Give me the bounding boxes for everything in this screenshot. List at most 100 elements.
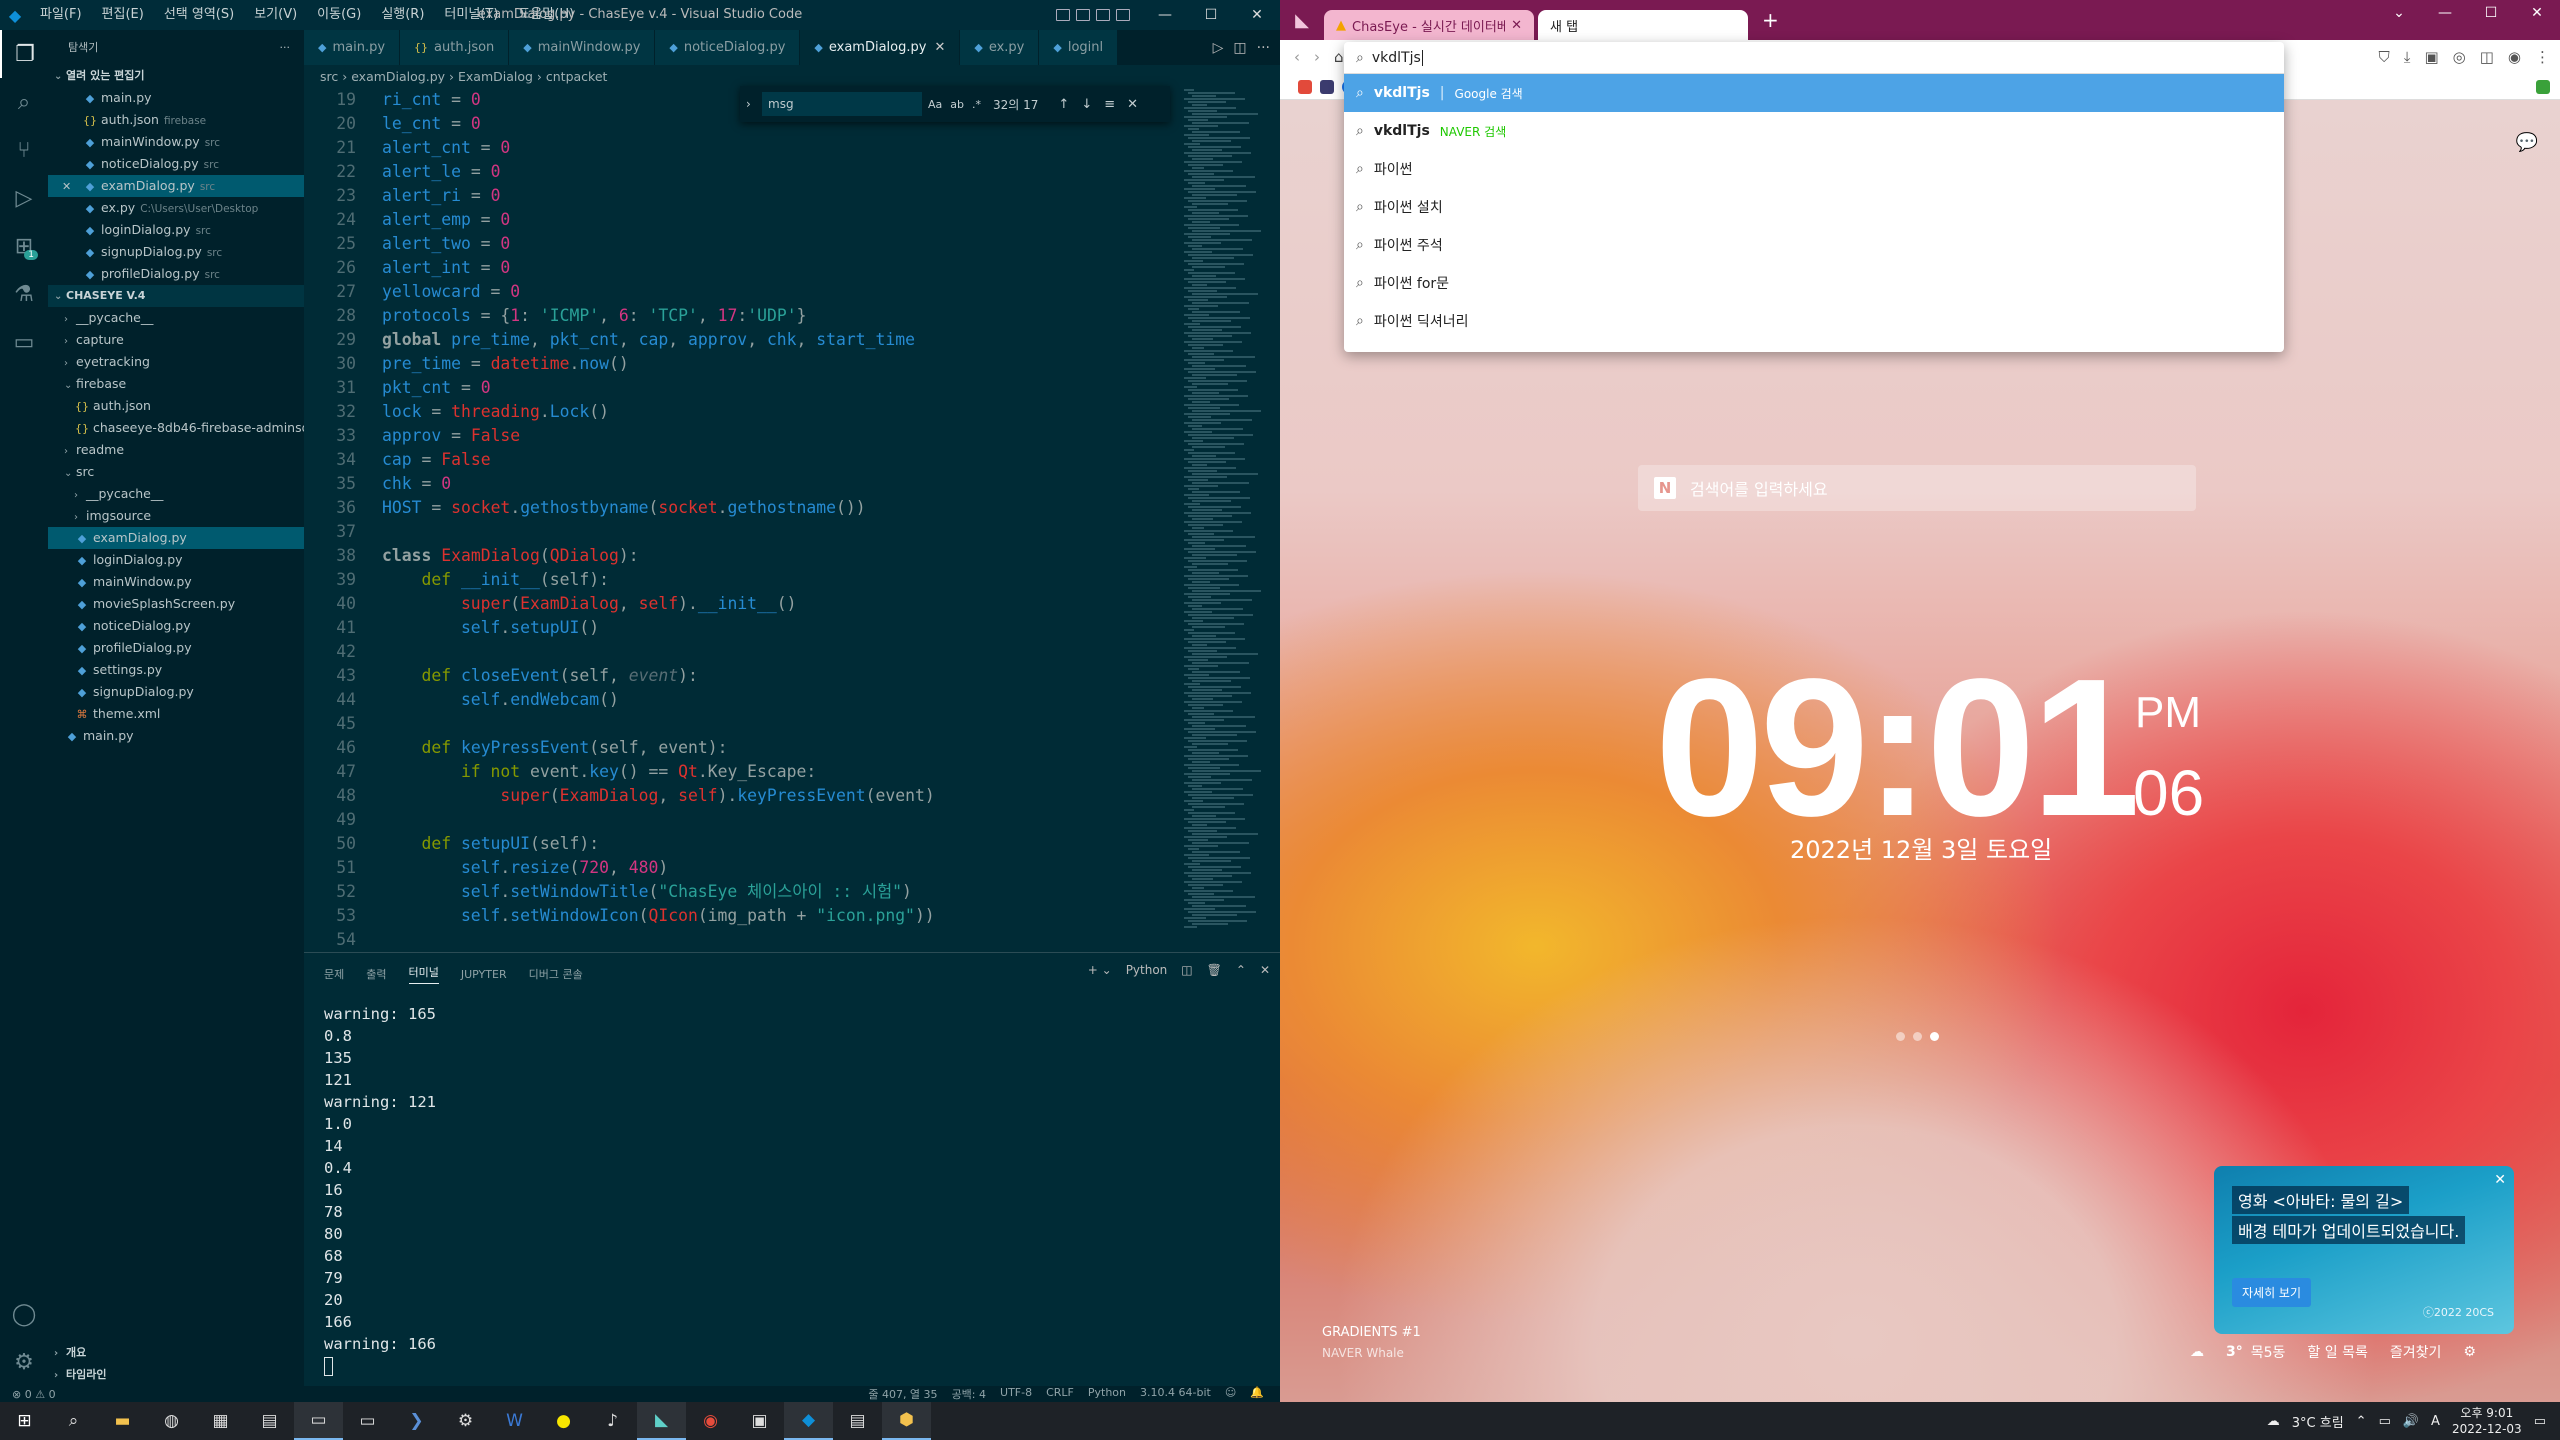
page-dot[interactable] bbox=[1913, 1032, 1922, 1041]
interpreter-status[interactable]: 3.10.4 64-bit bbox=[1140, 1386, 1211, 1402]
tree-folder[interactable]: ⌄ src bbox=[48, 461, 304, 483]
promo-details-button[interactable]: 자세히 보기 bbox=[2232, 1278, 2312, 1307]
editor-tab[interactable]: {} auth.json bbox=[400, 30, 510, 65]
maximize-panel-icon[interactable]: ⌃ bbox=[1236, 963, 1246, 977]
menu-item[interactable]: 실행(R) bbox=[371, 0, 434, 30]
whale-browser-icon[interactable]: ◣ bbox=[637, 1402, 686, 1440]
tree-folder[interactable]: › eyetracking bbox=[48, 351, 304, 373]
tree-folder[interactable]: › imgsource bbox=[48, 505, 304, 527]
panel-tab[interactable]: 문제 bbox=[324, 966, 344, 982]
browser-tab[interactable]: ▲ ChasEye - 실시간 데이터베 ✕ bbox=[1324, 10, 1534, 40]
editor-tab[interactable]: ◆ loginl bbox=[1039, 30, 1119, 65]
breadcrumb-item[interactable]: examDialog.py bbox=[351, 69, 445, 84]
music-icon[interactable]: ♪ bbox=[588, 1402, 637, 1440]
tree-folder[interactable]: › __pycache__ bbox=[48, 483, 304, 505]
tree-file[interactable]: {} chaseeye-8db46-firebase-adminsd... bbox=[48, 417, 304, 439]
panel-tab[interactable]: 디버그 콘솔 bbox=[529, 966, 583, 982]
chat-icon[interactable]: 💬 bbox=[2516, 132, 2538, 153]
more-actions-icon[interactable]: ··· bbox=[280, 30, 291, 65]
minimize-button[interactable]: — bbox=[1142, 0, 1188, 30]
tree-file[interactable]: ◆ profileDialog.py bbox=[48, 637, 304, 659]
open-editors-section[interactable]: ⌄ 열려 있는 편집기 bbox=[48, 65, 304, 87]
open-editor-item[interactable]: ◆ loginDialog.py src bbox=[48, 219, 304, 241]
close-button[interactable]: ✕ bbox=[1234, 0, 1280, 30]
find-in-selection-icon[interactable]: ≡ bbox=[1104, 97, 1115, 112]
menu-item[interactable]: 터미널(T) bbox=[434, 0, 508, 30]
todo-link[interactable]: 할 일 목록 bbox=[2307, 1342, 2367, 1362]
panel-tab[interactable]: 터미널 bbox=[408, 964, 439, 984]
whole-word-icon[interactable]: ab bbox=[950, 98, 964, 111]
suggestion-item[interactable]: ⌕ vkdlTjs NAVER 검색 bbox=[1344, 112, 2284, 150]
browser-menu-icon[interactable]: ⋮ bbox=[2535, 48, 2550, 66]
weather-temp[interactable]: 3° bbox=[2226, 1344, 2243, 1360]
editor-tab[interactable]: ◆ noticeDialog.py bbox=[655, 30, 801, 65]
outline-section[interactable]: › 개요 bbox=[48, 1342, 304, 1364]
address-input-value[interactable]: vkdlTjs bbox=[1372, 50, 1421, 66]
new-tab-button[interactable]: + bbox=[1762, 8, 1779, 32]
close-tab-icon[interactable]: ✕ bbox=[934, 40, 945, 55]
tree-file[interactable]: {} auth.json bbox=[48, 395, 304, 417]
browser-tab-active[interactable]: 새 탭 bbox=[1538, 10, 1748, 40]
naver-search-placeholder[interactable]: 검색어를 입력하세요 bbox=[1690, 476, 1828, 500]
tree-file[interactable]: ◆ examDialog.py bbox=[48, 527, 304, 549]
favorites-link[interactable]: 즐겨찾기 bbox=[2390, 1342, 2442, 1362]
language-status[interactable]: Python bbox=[1088, 1386, 1126, 1402]
terminal-python-label[interactable]: Python bbox=[1126, 963, 1168, 977]
menu-item[interactable]: 이동(G) bbox=[307, 0, 371, 30]
next-match-icon[interactable]: ↓ bbox=[1081, 97, 1092, 112]
bookmark-folder-icon[interactable] bbox=[1298, 79, 1312, 94]
split-terminal-icon[interactable]: ◫ bbox=[1181, 963, 1192, 977]
python-icon[interactable]: ⬢ bbox=[882, 1402, 931, 1440]
bookmark-folder-icon[interactable] bbox=[2536, 80, 2550, 94]
system-clock[interactable]: 오후 9:01 2022-12-03 bbox=[2452, 1405, 2522, 1437]
project-section[interactable]: ⌄ CHASEYE V.4 bbox=[48, 285, 304, 307]
network-icon[interactable]: ▭ bbox=[2379, 1414, 2391, 1429]
tree-folder[interactable]: › capture bbox=[48, 329, 304, 351]
tree-file[interactable]: ◆ noticeDialog.py bbox=[48, 615, 304, 637]
menu-item[interactable]: 보기(V) bbox=[244, 0, 307, 30]
close-find-icon[interactable]: ✕ bbox=[1127, 97, 1138, 112]
tab-list-icon[interactable]: ⌄ bbox=[2376, 0, 2422, 30]
bookmark-icon[interactable] bbox=[1320, 79, 1334, 94]
tab-close-icon[interactable]: ✕ bbox=[1511, 18, 1522, 33]
run-icon[interactable]: ▷ bbox=[1213, 40, 1224, 56]
open-editor-item[interactable]: ◆ noticeDialog.py src bbox=[48, 153, 304, 175]
timeline-section[interactable]: › 타임라인 bbox=[48, 1364, 304, 1386]
start-icon[interactable]: ⊞ bbox=[0, 1402, 49, 1440]
kakaotalk-icon[interactable]: ● bbox=[539, 1402, 588, 1440]
breadcrumb-item[interactable]: cntpacket bbox=[546, 69, 608, 84]
remote-explorer-icon[interactable]: ▭ bbox=[0, 318, 48, 366]
editor-tab[interactable]: ◆ main.py bbox=[304, 30, 401, 65]
new-terminal-icon[interactable]: + ⌄ bbox=[1088, 963, 1112, 977]
regex-icon[interactable]: .* bbox=[972, 98, 981, 111]
close-panel-icon[interactable]: ✕ bbox=[1260, 963, 1270, 977]
address-bar[interactable]: ⌕ vkdlTjs bbox=[1344, 42, 2284, 74]
match-case-icon[interactable]: Aa bbox=[928, 98, 942, 111]
forward-icon[interactable]: › bbox=[1314, 48, 1320, 66]
settings-icon[interactable]: ⚙ bbox=[441, 1402, 490, 1440]
tree-file[interactable]: ◆ loginDialog.py bbox=[48, 549, 304, 571]
editor-tab[interactable]: ◆ ex.py bbox=[960, 30, 1040, 65]
window-icon[interactable]: ▭ bbox=[343, 1402, 392, 1440]
suggestion-item[interactable]: ⌕ vkdlTjs | Google 검색 bbox=[1344, 74, 2284, 112]
app-icon[interactable]: ◍ bbox=[147, 1402, 196, 1440]
menu-item[interactable]: 도움말(H) bbox=[508, 0, 584, 30]
open-editor-item[interactable]: ◆ profileDialog.py src bbox=[48, 263, 304, 285]
problems-status[interactable]: ⊗ 0 ⚠ 0 bbox=[12, 1388, 56, 1401]
more-icon[interactable]: ··· bbox=[1257, 40, 1270, 56]
toggle-panel-icon[interactable] bbox=[1076, 9, 1090, 21]
weather-tray-text[interactable]: 3°C 흐림 bbox=[2292, 1412, 2344, 1431]
find-input[interactable]: msg bbox=[762, 92, 922, 116]
find-chevron-icon[interactable]: › bbox=[746, 97, 751, 111]
explorer-icon[interactable]: ❐ bbox=[0, 30, 48, 78]
word-icon[interactable]: W bbox=[490, 1402, 539, 1440]
open-editor-item[interactable]: {} auth.json firebase bbox=[48, 109, 304, 131]
account-icon[interactable]: ◯ bbox=[0, 1290, 48, 1338]
breadcrumb-item[interactable]: ExamDialog bbox=[458, 69, 533, 84]
suggestion-item[interactable]: ⌕ 파이썬 주석 bbox=[1344, 226, 2284, 264]
search-icon[interactable]: ⌕ bbox=[49, 1402, 98, 1440]
customize-layout-icon[interactable] bbox=[1116, 9, 1130, 21]
testing-icon[interactable]: ⚗ bbox=[0, 270, 48, 318]
minimize-button[interactable]: — bbox=[2422, 0, 2468, 30]
open-editor-item[interactable]: ◆ mainWindow.py src bbox=[48, 131, 304, 153]
